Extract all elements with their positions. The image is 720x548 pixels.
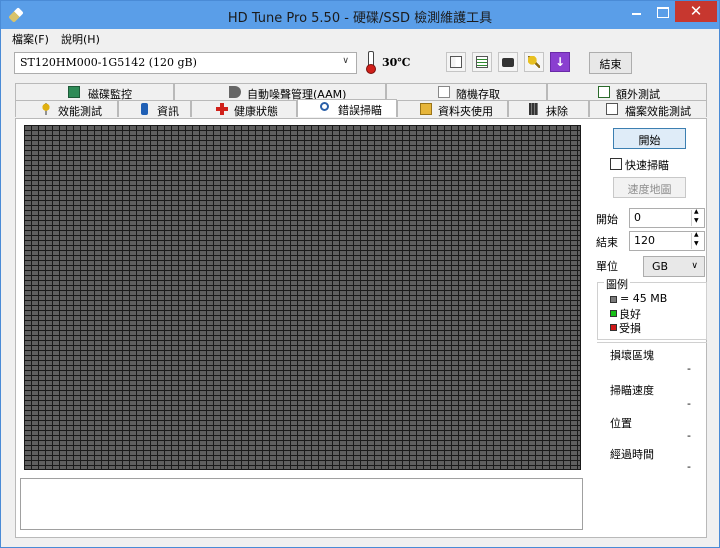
app-window: HD Tune Pro 5.50 - 硬碟/SSD 檢測維護工具 ✕ 檔案(F)… [0,0,720,548]
screenshot-camera-icon[interactable] [498,52,518,72]
start-position-label: 開始 [596,213,618,226]
tab-extra-tests[interactable]: 額外測試 [547,83,707,101]
tab-disk-monitor[interactable]: 磁碟監控 [15,83,174,101]
position-value: - [687,429,691,442]
tab-label: 檔案效能測試 [625,105,691,118]
tab-label: 資訊 [157,105,179,118]
save-download-icon[interactable]: ↓ [550,52,570,72]
tab-label: 效能測試 [58,105,102,118]
tab-label: 健康狀態 [234,105,278,118]
spinner-arrows-icon[interactable] [691,231,703,249]
tab-random-access[interactable]: 隨機存取 [386,83,547,101]
scan-speed-value: - [687,397,691,410]
thermometer-icon [364,51,376,74]
tab-label: 抹除 [546,105,568,118]
start-position-input[interactable]: 0 [629,208,705,228]
unit-select-value: GB [652,260,669,273]
end-position-label: 結束 [596,236,618,249]
tab-label: 資料夾使用 [438,105,493,118]
end-position-value: 120 [634,234,655,247]
disk-monitor-icon [68,86,80,98]
tab-erase[interactable]: 抹除 [508,100,589,118]
tab-row-bottom: 效能測試 資訊 健康狀態 錯誤掃瞄 資料夾使用 抹除 檔案效能測試 [15,99,707,118]
legend-block-size: = 45 MB [620,292,668,305]
scan-log-box[interactable] [20,478,583,530]
scan-block-map [24,125,581,470]
speaker-icon [229,86,241,98]
options-wrench-icon[interactable] [524,52,544,72]
quick-scan-checkbox[interactable] [610,158,622,170]
quick-scan-label: 快速掃瞄 [625,159,669,172]
health-cross-icon [216,103,228,115]
file-benchmark-icon [606,103,618,115]
tab-error-scan[interactable]: 錯誤掃瞄 [297,99,397,117]
magnifier-icon [320,102,329,111]
tab-info[interactable]: 資訊 [118,100,191,118]
menu-file[interactable]: 檔案(F) [12,31,49,47]
tab-file-benchmark[interactable]: 檔案效能測試 [589,100,707,118]
spinner-arrows-icon[interactable] [691,208,703,226]
tab-row-top: 磁碟監控 自動噪聲管理(AAM) 隨機存取 額外測試 [15,83,707,101]
close-icon: ✕ [689,2,703,20]
minimize-button[interactable] [623,2,649,22]
tab-health[interactable]: 健康狀態 [191,100,297,118]
scan-stats: 損壞區塊 - 掃瞄速度 - 位置 - 經過時間 - [597,342,707,473]
extra-tests-icon [598,86,610,98]
window-title: HD Tune Pro 5.50 - 硬碟/SSD 檢測維護工具 [227,11,493,26]
position-label: 位置 [610,417,632,430]
damaged-blocks-label: 損壞區塊 [610,349,654,362]
tab-folder-usage[interactable]: 資料夾使用 [397,100,508,118]
legend-title: 圖例 [604,276,630,292]
folder-icon [420,103,432,115]
legend-damaged-label: 受損 [619,322,641,335]
legend-ok-swatch [610,310,617,317]
speed-map-button[interactable]: 速度地圖 [613,177,686,198]
elapsed-time-label: 經過時間 [610,448,654,461]
legend-block-swatch [610,296,617,303]
end-position-input[interactable]: 120 [629,231,705,251]
legend-damaged-swatch [610,324,617,331]
tab-label: 錯誤掃瞄 [338,104,382,117]
temperature-readout: 30℃ [382,56,411,69]
drive-select-value: ST120HM000-1G5142 (120 gB) [20,56,197,69]
menu-bar: 檔案(F) 說明(H) [1,29,719,47]
copy-info-icon[interactable] [446,52,466,72]
exit-button[interactable]: 結束 [589,52,632,74]
unit-select[interactable]: GB ∨ [643,256,705,277]
scan-speed-label: 掃瞄速度 [610,384,654,397]
tab-benchmark[interactable]: 效能測試 [15,100,118,118]
info-icon [141,103,148,115]
random-access-icon [438,86,450,98]
start-position-value: 0 [634,211,641,224]
benchmark-icon [40,103,52,115]
maximize-button[interactable] [649,2,675,22]
copy-all-icon[interactable] [472,52,492,72]
close-button[interactable]: ✕ [675,1,717,22]
chevron-down-icon: ∨ [691,261,698,271]
chevron-down-icon: ∨ [342,56,349,66]
damaged-blocks-value: - [687,362,691,375]
title-bar[interactable]: HD Tune Pro 5.50 - 硬碟/SSD 檢測維護工具 ✕ [1,1,719,29]
elapsed-time-value: - [687,460,691,473]
toolbar: ST120HM000-1G5142 (120 gB) ∨ 30℃ ↓ 結束 [1,47,719,77]
legend-group: 圖例 = 45 MB 良好 受損 [597,276,707,340]
tab-aam[interactable]: 自動噪聲管理(AAM) [174,83,386,101]
unit-label: 單位 [596,260,618,273]
trash-icon [529,103,538,115]
start-scan-button[interactable]: 開始 [613,128,686,149]
menu-help[interactable]: 說明(H) [61,31,100,47]
drive-select[interactable]: ST120HM000-1G5142 (120 gB) ∨ [14,52,357,74]
